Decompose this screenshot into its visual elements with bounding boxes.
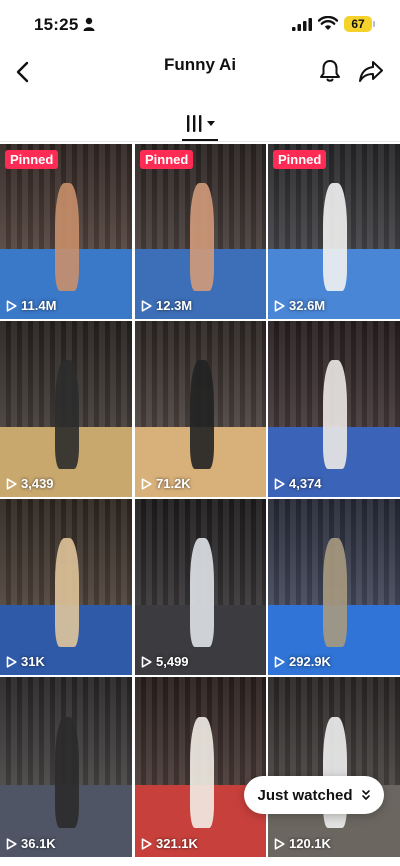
view-count-label: 32.6M xyxy=(289,298,326,313)
view-count-label: 11.4M xyxy=(21,298,57,313)
divider xyxy=(0,141,400,142)
status-time: 15:25 xyxy=(34,15,79,34)
grid-columns-icon xyxy=(187,115,215,132)
play-icon xyxy=(141,655,152,668)
view-count: 120.1K xyxy=(274,836,331,851)
nav-bar: Funny Ai xyxy=(0,44,400,100)
thumbnail-image xyxy=(135,499,266,675)
view-count-label: 321.1K xyxy=(156,836,198,851)
video-thumbnail[interactable]: 120.1K xyxy=(268,677,400,857)
view-count: 11.4M xyxy=(6,298,56,313)
pinned-badge: Pinned xyxy=(140,150,194,169)
just-watched-label: Just watched xyxy=(257,786,353,804)
wifi-icon xyxy=(318,16,338,30)
video-thumbnail[interactable]: 3,439 xyxy=(0,321,132,497)
thumbnail-image xyxy=(268,321,400,497)
view-count: 292.9K xyxy=(274,654,331,669)
play-icon xyxy=(141,837,152,850)
figure-silhouette xyxy=(190,182,214,291)
thumbnail-image xyxy=(0,144,132,319)
play-icon xyxy=(141,477,152,490)
share-icon[interactable] xyxy=(358,58,384,84)
video-thumbnail[interactable]: 321.1K xyxy=(135,677,266,857)
thumbnail-image xyxy=(135,677,266,857)
pinned-badge: Pinned xyxy=(273,150,327,169)
thumbnail-image xyxy=(135,144,266,319)
view-count: 321.1K xyxy=(141,836,198,851)
just-watched-button[interactable]: Just watched xyxy=(244,776,384,814)
view-count-label: 5,499 xyxy=(156,654,189,669)
view-count: 4,374 xyxy=(274,476,322,491)
view-count: 36.1K xyxy=(6,836,56,851)
video-thumbnail[interactable]: 31K xyxy=(0,499,132,675)
figure-silhouette xyxy=(55,716,80,829)
view-count: 5,499 xyxy=(141,654,189,669)
video-thumbnail[interactable]: Pinned 12.3M xyxy=(135,144,266,319)
view-count-label: 120.1K xyxy=(289,836,331,851)
figure-silhouette xyxy=(55,182,80,291)
video-thumbnail[interactable]: 4,374 xyxy=(268,321,400,497)
play-icon xyxy=(274,477,285,490)
play-icon xyxy=(6,655,17,668)
figure-silhouette xyxy=(190,359,214,469)
figure-silhouette xyxy=(323,182,348,291)
view-count-label: 31K xyxy=(21,654,45,669)
play-icon xyxy=(6,477,17,490)
view-count-label: 292.9K xyxy=(289,654,331,669)
thumbnail-image xyxy=(0,677,132,857)
thumbnail-image xyxy=(0,321,132,497)
view-count: 71.2K xyxy=(141,476,191,491)
figure-silhouette xyxy=(55,359,80,469)
status-bar: 15:25 67 xyxy=(0,0,400,44)
bell-icon[interactable] xyxy=(318,58,342,84)
pinned-badge: Pinned xyxy=(5,150,59,169)
view-count-label: 4,374 xyxy=(289,476,322,491)
view-count-label: 36.1K xyxy=(21,836,56,851)
figure-silhouette xyxy=(190,716,214,829)
view-count: 31K xyxy=(6,654,45,669)
chevrons-down-icon xyxy=(361,790,370,800)
play-icon xyxy=(274,837,285,850)
figure-silhouette xyxy=(55,537,80,647)
thumbnail-image xyxy=(268,499,400,675)
thumbnail-image xyxy=(268,677,400,857)
person-icon xyxy=(83,17,95,31)
figure-silhouette xyxy=(190,537,214,647)
play-icon xyxy=(6,299,17,312)
signal-icon xyxy=(292,18,312,31)
play-icon xyxy=(274,299,285,312)
view-count-label: 3,439 xyxy=(21,476,54,491)
video-thumbnail[interactable]: 36.1K xyxy=(0,677,132,857)
thumbnail-image xyxy=(135,321,266,497)
thumbnail-image xyxy=(268,144,400,319)
video-thumbnail[interactable]: 5,499 xyxy=(135,499,266,675)
battery-tip xyxy=(373,21,375,27)
video-thumbnail[interactable]: Pinned 32.6M xyxy=(268,144,400,319)
view-count: 32.6M xyxy=(274,298,325,313)
grid-view-toggle[interactable] xyxy=(183,112,219,136)
video-thumbnail[interactable]: 71.2K xyxy=(135,321,266,497)
figure-silhouette xyxy=(323,537,348,647)
battery-indicator: 67 xyxy=(344,16,372,32)
video-thumbnail[interactable]: Pinned 11.4M xyxy=(0,144,132,319)
figure-silhouette xyxy=(323,359,348,469)
play-icon xyxy=(6,837,17,850)
play-icon xyxy=(141,299,152,312)
view-count-label: 71.2K xyxy=(156,476,191,491)
video-thumbnail[interactable]: 292.9K xyxy=(268,499,400,675)
view-count-label: 12.3M xyxy=(156,298,193,313)
thumbnail-image xyxy=(0,499,132,675)
play-icon xyxy=(274,655,285,668)
view-count: 3,439 xyxy=(6,476,54,491)
view-count: 12.3M xyxy=(141,298,192,313)
